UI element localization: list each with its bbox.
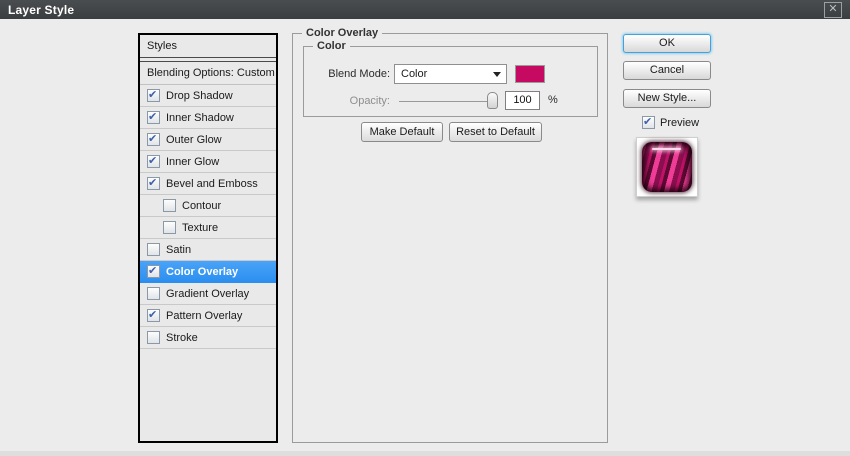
style-item-label: Contour xyxy=(182,199,222,212)
close-icon[interactable]: ✕ xyxy=(824,2,842,18)
ok-button[interactable]: OK xyxy=(623,34,711,53)
style-item-label: Satin xyxy=(166,243,192,256)
outer-glow-checkbox[interactable] xyxy=(147,132,160,146)
color-overlay-group: Color Overlay Color Blend Mode: Color Op… xyxy=(292,27,608,443)
preview-option[interactable]: Preview xyxy=(642,115,700,129)
bevel-and-emboss-checkbox[interactable] xyxy=(147,176,160,190)
dialog-title: Layer Style xyxy=(8,2,75,17)
style-item-outer-glow[interactable]: Outer Glow xyxy=(140,129,276,151)
style-item-label: Gradient Overlay xyxy=(166,287,250,300)
blend-mode-value: Color xyxy=(401,68,428,80)
style-item-label: Inner Glow xyxy=(166,155,220,168)
inner-glow-checkbox[interactable] xyxy=(147,154,160,168)
styles-panel: Styles Blending Options: Custom Drop Sha… xyxy=(138,33,278,443)
style-item-texture[interactable]: Texture xyxy=(140,217,276,239)
style-item-drop-shadow[interactable]: Drop Shadow xyxy=(140,85,276,107)
opacity-slider-thumb[interactable] xyxy=(487,92,498,109)
styles-list: Drop Shadow Inner Shadow Outer Glow Inner G… xyxy=(140,85,276,349)
style-item-label: Texture xyxy=(182,221,219,234)
style-preview-thumbnail xyxy=(636,137,698,197)
pattern-overlay-checkbox[interactable] xyxy=(147,308,160,322)
contour-checkbox[interactable] xyxy=(163,199,176,212)
style-item-contour[interactable]: Contour xyxy=(140,195,276,217)
style-item-color-overlay[interactable]: Color Overlay xyxy=(140,261,276,283)
style-item-label: Outer Glow xyxy=(166,133,222,146)
style-item-inner-shadow[interactable]: Inner Shadow xyxy=(140,107,276,129)
gradient-overlay-checkbox[interactable] xyxy=(147,287,160,300)
chevron-down-icon xyxy=(493,72,501,77)
inner-shadow-checkbox[interactable] xyxy=(147,110,160,124)
style-item-satin[interactable]: Satin xyxy=(140,239,276,261)
style-item-label: Pattern Overlay xyxy=(166,309,243,322)
style-item-label: Color Overlay xyxy=(166,265,239,278)
dialog-bottom-edge xyxy=(0,451,850,456)
style-item-label: Inner Shadow xyxy=(166,111,234,124)
style-item-label: Drop Shadow xyxy=(166,89,233,102)
opacity-input[interactable]: 100 xyxy=(505,91,540,110)
color-subgroup-title: Color xyxy=(313,40,350,52)
styles-header: Styles xyxy=(140,35,276,58)
opacity-label: Opacity: xyxy=(349,95,390,107)
blend-mode-label: Blend Mode: xyxy=(328,68,390,80)
stroke-checkbox[interactable] xyxy=(147,331,160,344)
overlay-color-swatch[interactable] xyxy=(515,65,545,83)
style-item-stroke[interactable]: Stroke xyxy=(140,327,276,349)
style-preview-art xyxy=(642,142,692,192)
layer-style-dialog: Layer Style ✕ Styles Blending Options: C… xyxy=(0,0,850,456)
opacity-unit: % xyxy=(548,94,558,106)
new-style-button[interactable]: New Style... xyxy=(623,89,711,108)
blend-mode-select[interactable]: Color xyxy=(394,64,507,84)
satin-checkbox[interactable] xyxy=(147,243,160,256)
style-item-label: Bevel and Emboss xyxy=(166,177,258,190)
color-overlay-checkbox[interactable] xyxy=(147,264,160,278)
reset-to-default-button[interactable]: Reset to Default xyxy=(449,122,542,142)
color-overlay-group-title: Color Overlay xyxy=(302,27,383,39)
preview-label: Preview xyxy=(660,116,700,129)
preview-checkbox[interactable] xyxy=(642,115,655,129)
style-item-label: Stroke xyxy=(166,331,198,344)
blending-options-row[interactable]: Blending Options: Custom xyxy=(140,62,276,85)
color-subgroup: Color Blend Mode: Color Opacity: 100 % xyxy=(303,40,598,117)
texture-checkbox[interactable] xyxy=(163,221,176,234)
style-item-gradient-overlay[interactable]: Gradient Overlay xyxy=(140,283,276,305)
style-item-inner-glow[interactable]: Inner Glow xyxy=(140,151,276,173)
make-default-button[interactable]: Make Default xyxy=(361,122,443,142)
style-item-bevel-and-emboss[interactable]: Bevel and Emboss xyxy=(140,173,276,195)
style-item-pattern-overlay[interactable]: Pattern Overlay xyxy=(140,305,276,327)
cancel-button[interactable]: Cancel xyxy=(623,61,711,80)
drop-shadow-checkbox[interactable] xyxy=(147,88,160,102)
title-bar[interactable]: Layer Style ✕ xyxy=(0,0,850,19)
opacity-slider-track[interactable] xyxy=(399,101,495,102)
